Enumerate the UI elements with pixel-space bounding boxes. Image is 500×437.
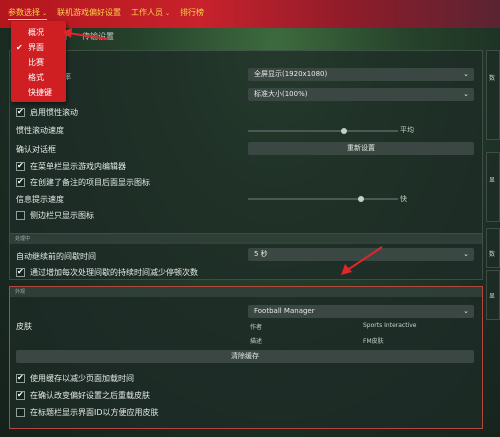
chevron-down-icon: ⌄ <box>165 10 171 17</box>
resolution-select[interactable]: 全屏显示(1920x1080) ⌄ <box>248 68 474 81</box>
side-panel-4: 显 <box>486 270 500 320</box>
info-speed-label: 信息提示速度 <box>16 195 64 204</box>
menu-editor-option[interactable]: 在菜单栏显示游戏内编辑器 <box>16 161 126 172</box>
side-label-1: 数 <box>489 75 496 82</box>
side-panel-1: 数 <box>486 50 500 140</box>
chevron-down-icon: ⌄ <box>42 10 48 17</box>
inertia-speed-slider[interactable] <box>248 128 398 134</box>
info-speed-slider[interactable] <box>248 196 398 202</box>
show-id-label: 在标题栏显示界面ID以方便应用皮肤 <box>30 408 159 417</box>
resolution-value: 全屏显示(1920x1080) <box>254 70 328 78</box>
nav-online-preferences-label: 联机游戏偏好设置 <box>57 8 122 17</box>
chevron-down-icon: ⌄ <box>463 307 469 315</box>
nav-leaderboard-label: 排行榜 <box>180 8 205 17</box>
inertia-speed-row: 惯性滚动速度 <box>16 125 64 136</box>
note-icon-option[interactable]: 在创建了备注的项目后面显示图标 <box>16 177 150 188</box>
annotation-arrow-icon <box>341 246 383 275</box>
reload-skin-option[interactable]: 在确认改变偏好设置之后重载皮肤 <box>16 390 150 401</box>
reload-skin-label: 在确认改变偏好设置之后重载皮肤 <box>30 391 150 400</box>
use-cache-label: 使用缓存以减少页面加载时间 <box>30 374 134 383</box>
clear-cache-label: 清除缓存 <box>231 352 259 360</box>
note-icon-label: 在创建了备注的项目后面显示图标 <box>30 178 150 187</box>
clear-cache-button[interactable]: 清除缓存 <box>16 350 474 363</box>
chevron-down-icon: ⌄ <box>463 250 469 258</box>
note-icon-checkbox[interactable] <box>16 177 25 187</box>
preferences-dropdown-menu: 概况 ✔ 界面 比赛 格式 快捷键 <box>11 21 66 102</box>
show-id-checkbox[interactable] <box>16 408 25 417</box>
auto-continue-row: 自动继续前的间歇时间 <box>16 251 96 262</box>
skin-value: Football Manager <box>254 307 315 315</box>
nav-leaderboard[interactable]: 排行榜 <box>180 7 204 20</box>
nav-online-preferences[interactable]: 联机游戏偏好设置 <box>57 7 121 20</box>
menu-item-format[interactable]: 格式 <box>11 70 66 85</box>
show-id-option[interactable]: 在标题栏显示界面ID以方便应用皮肤 <box>16 407 159 418</box>
menu-item-match-label: 比赛 <box>28 58 44 67</box>
auto-continue-label: 自动继续前的间歇时间 <box>16 252 96 261</box>
menu-item-shortcuts[interactable]: 快捷键 <box>11 85 66 100</box>
menu-item-overview-label: 概况 <box>28 28 44 37</box>
appearance-header: 外观 <box>10 287 482 297</box>
use-cache-option[interactable]: 使用缓存以减少页面加载时间 <box>16 373 134 384</box>
inertia-speed-knob[interactable] <box>341 128 347 134</box>
description-value: FM皮肤 <box>363 338 384 345</box>
zoom-select[interactable]: 标准大小(100%) ⌄ <box>248 88 474 101</box>
menu-item-format-label: 格式 <box>28 73 44 82</box>
nav-staff-label: 工作人员 <box>131 8 164 17</box>
reduce-pause-checkbox[interactable] <box>16 267 25 277</box>
menu-editor-label: 在菜单栏显示游戏内编辑器 <box>30 162 126 171</box>
inertia-scroll-option[interactable]: 启用惯性滚动 <box>16 107 78 118</box>
checkmark-icon: ✔ <box>16 43 23 52</box>
info-speed-row: 信息提示速度 <box>16 194 64 205</box>
skin-label: 皮肤 <box>16 322 32 331</box>
reload-skin-checkbox[interactable] <box>16 390 25 400</box>
menu-editor-checkbox[interactable] <box>16 161 25 171</box>
inertia-scroll-checkbox[interactable] <box>16 107 25 117</box>
side-panel-3: 数 <box>486 228 500 268</box>
chevron-down-icon: ⌄ <box>463 90 469 98</box>
nav-preferences-label: 参数选择 <box>8 8 40 17</box>
side-label-4: 显 <box>489 293 496 300</box>
auto-continue-value: 5 秒 <box>254 250 268 258</box>
sidebar-icons-label: 侧边栏只显示图标 <box>30 211 94 220</box>
confirm-dialog-row: 确认对话框 <box>16 144 56 155</box>
description-label: 描述 <box>250 338 263 345</box>
inertia-scroll-label: 启用惯性滚动 <box>30 108 78 117</box>
reset-dialogs-button[interactable]: 重新设置 <box>248 142 474 155</box>
nav-preferences[interactable]: 参数选择 ⌄ <box>8 7 48 20</box>
menu-item-overview[interactable]: 概况 <box>11 25 66 40</box>
skin-select[interactable]: Football Manager ⌄ <box>248 305 474 318</box>
zoom-value: 标准大小(100%) <box>254 90 308 98</box>
sidebar-icons-checkbox[interactable] <box>16 211 25 220</box>
processing-header: 处理中 <box>10 234 482 244</box>
reduce-pause-option[interactable]: 通过增加每次处理间歇的持续时间减少停顿次数 <box>16 267 198 278</box>
top-navigation: 参数选择 ⌄ 联机游戏偏好设置 工作人员 ⌄ 排行榜 <box>8 7 204 20</box>
confirm-dialog-label: 确认对话框 <box>16 145 56 154</box>
menu-item-interface[interactable]: ✔ 界面 <box>11 40 66 55</box>
sidebar-icons-option[interactable]: 侧边栏只显示图标 <box>16 210 94 221</box>
chevron-down-icon: ⌄ <box>463 70 469 78</box>
side-label-2: 显 <box>489 177 496 184</box>
info-speed-value: 快 <box>400 195 407 203</box>
menu-item-interface-label: 界面 <box>28 43 44 52</box>
reduce-pause-label: 通过增加每次处理间歇的持续时间减少停顿次数 <box>30 268 198 277</box>
side-label-3: 数 <box>489 251 496 258</box>
author-value: Sports Interactive <box>363 322 417 329</box>
menu-item-shortcuts-label: 快捷键 <box>28 88 52 97</box>
menu-item-match[interactable]: 比赛 <box>11 55 66 70</box>
info-speed-knob[interactable] <box>357 196 364 202</box>
nav-staff[interactable]: 工作人员 ⌄ <box>131 7 170 20</box>
inertia-speed-label: 惯性滚动速度 <box>16 126 64 135</box>
reset-dialogs-label: 重新设置 <box>347 144 375 152</box>
annotation-arrow-icon <box>62 28 109 40</box>
author-label: 作者 <box>250 324 263 331</box>
side-panel-2: 显 <box>486 152 500 222</box>
skin-row: 皮肤 <box>16 321 32 332</box>
inertia-speed-value: 平均 <box>400 126 414 134</box>
use-cache-checkbox[interactable] <box>16 373 25 383</box>
